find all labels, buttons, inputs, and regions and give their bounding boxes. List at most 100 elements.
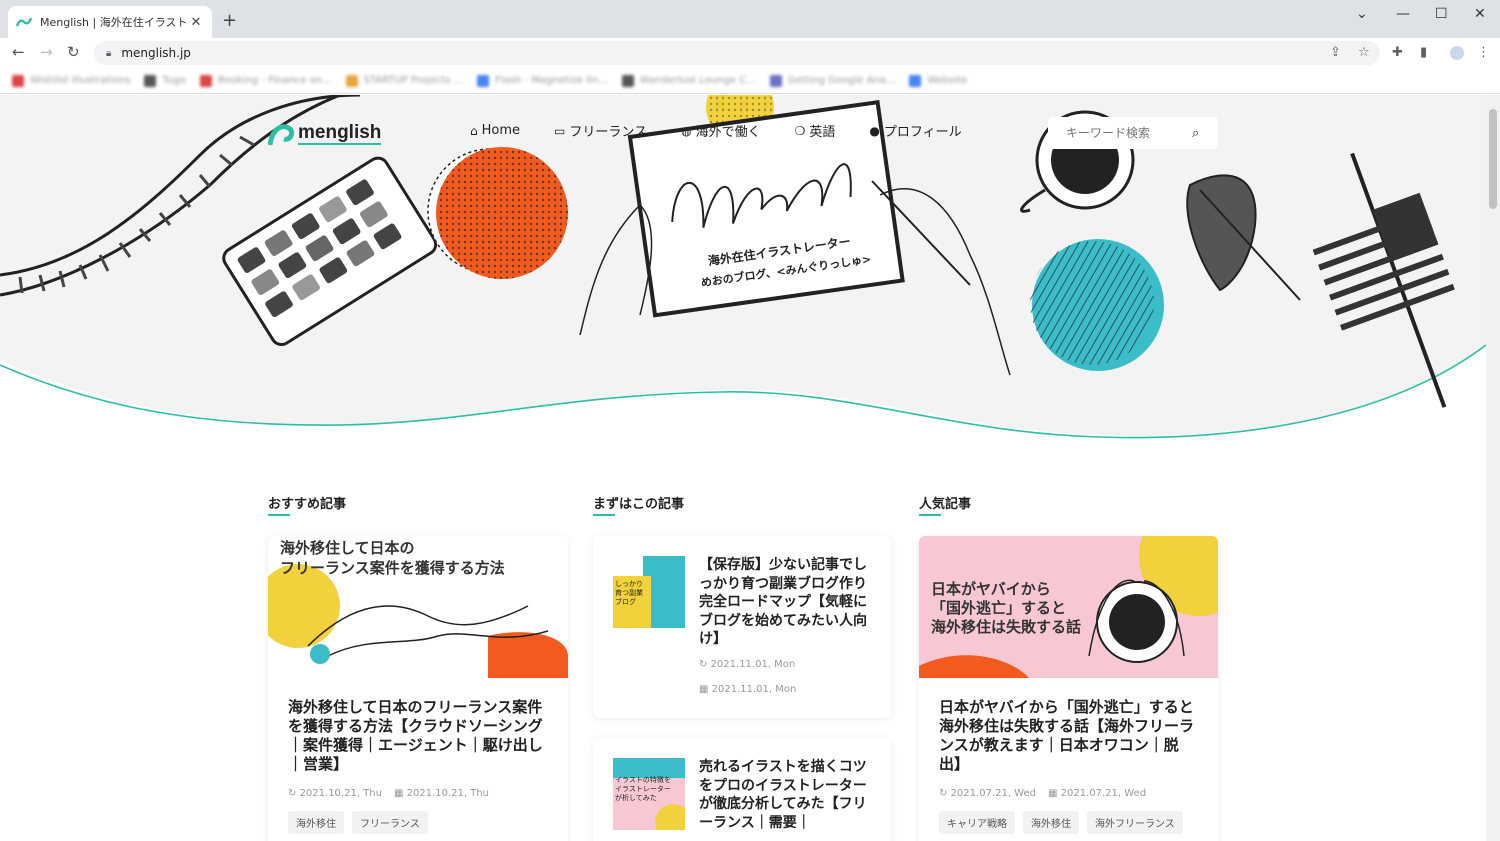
- bookmark-label: Booking - Finance on...: [217, 75, 332, 86]
- article-meta: ↻ 2021.10.21, Thu ▦ 2021.10.21, Thu: [268, 774, 568, 799]
- laptop-icon: ▭: [554, 123, 566, 138]
- bookmark-item[interactable]: Booking - Finance on...: [199, 74, 332, 87]
- nav-item[interactable]: ❍ 英語: [795, 121, 836, 141]
- window-close-icon[interactable]: ✕: [1474, 6, 1486, 22]
- bookmark-item[interactable]: Wishlist Illustrations: [12, 74, 131, 87]
- tag-list: キャリア戦略 海外移住 海外フリーランス: [919, 799, 1218, 834]
- article-card[interactable]: 海外移住して日本の フリーランス案件を獲得する方法 海外移住して日本のフリーラン…: [268, 536, 568, 841]
- tab-close-icon[interactable]: ✕: [188, 15, 204, 30]
- hero-header: 海外在住イラストレーター めおのブログ、<みんぐりっしゅ> menglish ⌂…: [0, 95, 1486, 455]
- bookmark-label: Wishlist Illustrations: [30, 75, 131, 86]
- tag[interactable]: フリーランス: [352, 811, 428, 834]
- bookmark-label: STARTUP Projects ...: [363, 75, 464, 86]
- bookmark-favicon-icon: [345, 74, 358, 87]
- tag[interactable]: 海外移住: [1023, 811, 1079, 834]
- bookmark-item[interactable]: Wanderlust Lounge C...: [621, 74, 756, 87]
- search-icon[interactable]: ⌕: [1192, 126, 1199, 141]
- nav-item[interactable]: ▭ フリーランス: [554, 121, 648, 141]
- section-title: まずはこの記事: [593, 493, 684, 516]
- bookmark-favicon-icon: [621, 74, 634, 87]
- bookmark-item[interactable]: Flash - Magnetize lin...: [477, 74, 608, 87]
- menglish-logo-icon: [268, 124, 295, 146]
- tab-search-icon[interactable]: ⌄: [1356, 6, 1368, 22]
- reload-icon[interactable]: ↻: [67, 43, 80, 61]
- published-date: ▦ 2021.10.21, Thu: [393, 788, 490, 799]
- section-title: おすすめ記事: [268, 493, 346, 516]
- bookmark-item[interactable]: STARTUP Projects ...: [345, 74, 464, 87]
- bookmark-item[interactable]: Tugo: [144, 74, 186, 87]
- published-date: ▦ 2021.07.21, Wed: [1047, 788, 1147, 799]
- article-title[interactable]: 【保存版】少ない記事でしっかり育つ副業ブログ作り完全ロードマップ【気軽にブログを…: [699, 556, 871, 649]
- hero-illustration: 海外在住イラストレーター めおのブログ、<みんぐりっしゅ>: [0, 95, 1486, 439]
- tab-bar: Menglish | 海外在住イラストレータ... ✕ + ⌄ — ☐ ✕: [0, 0, 1500, 38]
- minimize-icon[interactable]: —: [1396, 6, 1410, 22]
- maximize-icon[interactable]: ☐: [1435, 6, 1448, 22]
- article-title[interactable]: 売れるイラストを描くコツをプロのイラストレーターが徹底分析してみた【フリーランス…: [699, 758, 871, 832]
- bookmark-favicon-icon: [144, 74, 157, 87]
- refresh-icon: ↻: [288, 788, 300, 799]
- thumb-text-line2: 「国外逃亡」すると: [931, 599, 1067, 617]
- updated-date: ↻ 2021.11.01, Mon: [699, 658, 796, 670]
- thumb-text: しっかり育つ副業ブログ: [615, 580, 643, 606]
- article-title[interactable]: 海外移住して日本のフリーランス案件を獲得する方法【クラウドソーシング｜案件獲得｜…: [268, 678, 568, 774]
- nav-item[interactable]: ● プロフィール: [869, 121, 962, 141]
- menu-icon[interactable]: ⋮: [1477, 45, 1490, 60]
- thumb-text-line1: 海外移住して日本の: [280, 539, 415, 557]
- bookmark-item[interactable]: Website: [909, 74, 968, 87]
- tag-list: 海外移住 フリーランス: [268, 799, 568, 834]
- calendar-icon: ▦: [1047, 788, 1061, 799]
- side-panel-icon[interactable]: ▮: [1420, 45, 1427, 60]
- profile-avatar[interactable]: [1450, 46, 1464, 60]
- section-popular: 人気記事 日本がヤバイから 「国外逃亡」すると 海外移住は失敗する話 日本がヤバ…: [919, 493, 1218, 841]
- bookmark-item[interactable]: Getting Google Ana...: [769, 74, 896, 87]
- back-icon[interactable]: ←: [12, 43, 25, 61]
- bookmark-label: Getting Google Ana...: [787, 75, 896, 86]
- logo-text: menglish: [298, 122, 382, 145]
- search-input[interactable]: [1066, 126, 1192, 140]
- address-bar[interactable]: 🔒︎ menglish.jp: [94, 41, 1380, 65]
- nav-label: プロフィール: [883, 125, 962, 140]
- article-card[interactable]: イラストの特徴をイラストレーターが析してみた 売れるイラストを描くコツをプロのイ…: [593, 738, 891, 841]
- tag[interactable]: 海外移住: [288, 811, 344, 834]
- nav-label: フリーランス: [569, 125, 648, 140]
- tag[interactable]: キャリア戦略: [939, 811, 1015, 834]
- forward-icon[interactable]: →: [40, 43, 53, 61]
- article-thumbnail[interactable]: 日本がヤバイから 「国外逃亡」すると 海外移住は失敗する話: [919, 536, 1218, 678]
- updated-date: ↻ 2021.10.21, Thu: [288, 788, 382, 799]
- thumb-text-line3: 海外移住は失敗する話: [931, 618, 1082, 636]
- article-title[interactable]: 日本がヤバイから「国外逃亡」すると海外移住は失敗する話【海外フリーランスが教えま…: [919, 678, 1218, 774]
- url-text: menglish.jp: [121, 46, 191, 60]
- scrollbar-thumb[interactable]: [1489, 109, 1497, 209]
- global-nav: ⌂ Home ▭ フリーランス ◍ 海外で働く ❍ 英語 ● プロフィール: [470, 121, 962, 140]
- bookmark-label: Wanderlust Lounge C...: [639, 75, 756, 86]
- section-first-read: まずはこの記事 しっかり育つ副業ブログ 【保存版】少ない記事でしっかり育つ副業ブ…: [593, 493, 891, 841]
- page-scrollbar[interactable]: [1486, 95, 1500, 841]
- calendar-icon: ▦: [393, 788, 407, 799]
- home-icon: ⌂: [470, 123, 478, 138]
- share-icon[interactable]: ⇪: [1330, 45, 1341, 60]
- thumb-text-line1: 日本がヤバイから: [931, 580, 1051, 598]
- article-thumbnail[interactable]: イラストの特徴をイラストレーターが析してみた: [613, 758, 685, 830]
- bookmark-star-icon[interactable]: ☆: [1358, 45, 1370, 60]
- bookmark-favicon-icon: [477, 74, 490, 87]
- globe-icon: ◍: [681, 123, 692, 138]
- new-tab-icon[interactable]: +: [222, 10, 237, 31]
- extensions-icon[interactable]: ✚: [1392, 45, 1403, 60]
- site-logo[interactable]: menglish: [268, 119, 382, 149]
- nav-item[interactable]: ⌂ Home: [470, 121, 520, 140]
- bookmark-label: Website: [927, 75, 968, 86]
- article-thumbnail[interactable]: 海外移住して日本の フリーランス案件を獲得する方法: [268, 536, 568, 678]
- article-meta: ↻ 2021.07.21, Wed ▦ 2021.07.21, Wed: [919, 774, 1218, 799]
- nav-label: Home: [481, 123, 521, 138]
- search-box[interactable]: ⌕: [1048, 117, 1218, 149]
- article-card[interactable]: しっかり育つ副業ブログ 【保存版】少ない記事でしっかり育つ副業ブログ作り完全ロー…: [593, 536, 891, 718]
- nav-item[interactable]: ◍ 海外で働く: [681, 121, 761, 141]
- article-card[interactable]: 日本がヤバイから 「国外逃亡」すると 海外移住は失敗する話 日本がヤバイから「国…: [919, 536, 1218, 841]
- browser-tab[interactable]: Menglish | 海外在住イラストレータ... ✕: [8, 6, 212, 38]
- thumb-text: イラストの特徴をイラストレーターが析してみた: [615, 776, 671, 802]
- nav-label: 英語: [809, 125, 836, 140]
- article-meta: ↻ 2021.11.01, Mon ▦ 2021.11.01, Mon: [699, 649, 871, 695]
- article-thumbnail[interactable]: しっかり育つ副業ブログ: [613, 556, 685, 628]
- user-icon: ●: [869, 123, 880, 138]
- tag[interactable]: 海外フリーランス: [1087, 811, 1183, 834]
